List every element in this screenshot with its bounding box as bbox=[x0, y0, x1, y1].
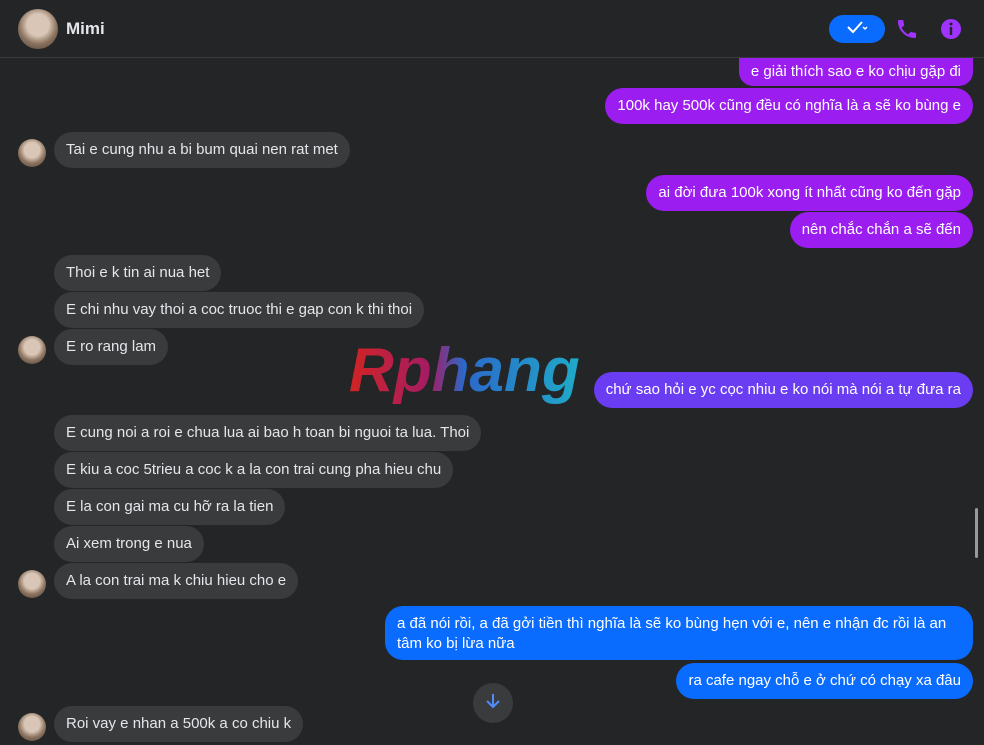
message-list[interactable]: e giải thích sao e ko chịu gặp đi 100k h… bbox=[0, 58, 984, 745]
contact-avatar-small[interactable] bbox=[18, 570, 46, 598]
message-incoming[interactable]: E ro rang lam bbox=[54, 329, 169, 365]
message-incoming[interactable]: E kiu a coc 5trieu a coc k a la con trai… bbox=[54, 452, 454, 488]
phone-icon bbox=[895, 20, 919, 45]
message-outgoing[interactable]: a đã nói rồi, a đã gởi tiền thì nghĩa là… bbox=[385, 606, 973, 660]
info-button[interactable] bbox=[939, 17, 963, 41]
message-incoming[interactable]: Tai e cung nhu a bi bum quai nen rat met bbox=[54, 132, 350, 168]
mark-read-button[interactable] bbox=[829, 15, 885, 43]
contact-name[interactable]: Mimi bbox=[66, 19, 105, 39]
check-icon bbox=[846, 20, 868, 39]
message-incoming[interactable]: A la con trai ma k chiu hieu cho e bbox=[54, 563, 299, 599]
message-outgoing[interactable]: ra cafe ngay chỗ e ở chứ có chạy xa đâu bbox=[676, 663, 973, 699]
chat-header: Mimi bbox=[0, 0, 984, 58]
message-incoming[interactable]: E chi nhu vay thoi a coc truoc thi e gap… bbox=[54, 292, 425, 328]
message-incoming[interactable]: E cung noi a roi e chua lua ai bao h toa… bbox=[54, 415, 482, 451]
message-outgoing[interactable]: nên chắc chắn a sẽ đến bbox=[789, 212, 973, 248]
scroll-to-bottom-button[interactable] bbox=[473, 683, 513, 723]
message-outgoing[interactable]: ai đời đưa 100k xong ít nhất cũng ko đến… bbox=[646, 175, 973, 211]
message-outgoing[interactable]: e giải thích sao e ko chịu gặp đi bbox=[738, 58, 973, 86]
scrollbar-thumb[interactable] bbox=[975, 508, 978, 558]
message-incoming[interactable]: E la con gai ma cu hỡ ra la tien bbox=[54, 489, 286, 525]
message-incoming[interactable]: Ai xem trong e nua bbox=[54, 526, 204, 562]
contact-avatar-small[interactable] bbox=[18, 139, 46, 167]
message-incoming[interactable]: Thoi e k tin ai nua het bbox=[54, 255, 222, 291]
message-outgoing[interactable]: chứ sao hỏi e yc cọc nhiu e ko nói mà nó… bbox=[593, 372, 973, 408]
call-button[interactable] bbox=[895, 17, 919, 41]
message-outgoing[interactable]: 100k hay 500k cũng đều có nghĩa là a sẽ … bbox=[605, 88, 973, 124]
contact-avatar-small[interactable] bbox=[18, 336, 46, 364]
message-incoming[interactable]: Roi vay e nhan a 500k a co chiu k bbox=[54, 706, 304, 742]
contact-avatar[interactable] bbox=[18, 9, 58, 49]
contact-avatar-small[interactable] bbox=[18, 713, 46, 741]
arrow-down-icon bbox=[484, 692, 502, 715]
info-icon bbox=[939, 19, 963, 45]
